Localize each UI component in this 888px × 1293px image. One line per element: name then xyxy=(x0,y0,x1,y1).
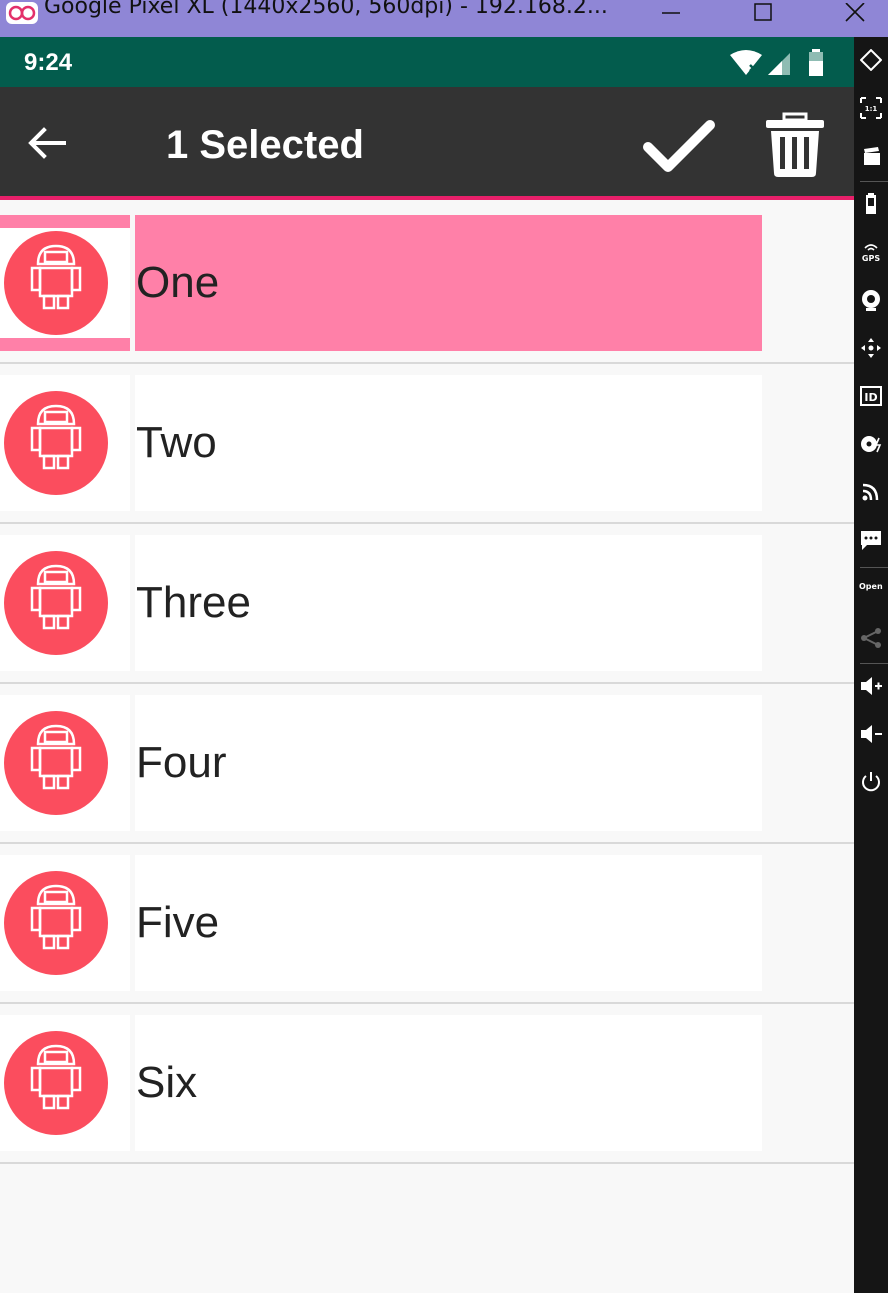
list-item-label-cell: Five xyxy=(135,855,762,991)
list-item-label: Six xyxy=(136,1058,198,1107)
volume-up-icon[interactable] xyxy=(854,669,888,703)
list-item-label-cell: One xyxy=(135,215,762,351)
volume-down-icon[interactable] xyxy=(854,717,888,751)
list-item-label-cell: Three xyxy=(135,535,762,671)
power-icon[interactable] xyxy=(854,765,888,799)
battery-icon[interactable] xyxy=(854,187,888,221)
list-item[interactable]: One xyxy=(0,204,854,364)
svg-text:ID: ID xyxy=(864,391,877,404)
item-list: One Two Three Four Five Six xyxy=(0,204,854,1293)
list-item-label: Three xyxy=(136,578,251,627)
status-time: 9:24 xyxy=(24,49,73,76)
toolbar-divider xyxy=(860,181,888,182)
svg-text:1:1: 1:1 xyxy=(865,105,878,113)
rotate-icon[interactable] xyxy=(854,43,888,77)
android-robot-icon xyxy=(4,871,108,975)
list-item-label: Four xyxy=(136,738,227,787)
svg-text:GPS: GPS xyxy=(862,254,880,263)
battery-icon xyxy=(809,49,823,76)
camera-icon[interactable] xyxy=(854,283,888,317)
dpad-icon[interactable] xyxy=(854,331,888,365)
signal-icon xyxy=(768,53,790,75)
list-item-label: One xyxy=(136,258,220,307)
android-robot-icon xyxy=(4,391,108,495)
window-title-bar: Google Pixel XL (1440x2560, 560dpi) - 19… xyxy=(0,0,888,37)
check-icon[interactable] xyxy=(642,117,716,175)
minimize-icon[interactable] xyxy=(648,0,694,30)
trash-icon[interactable] xyxy=(762,111,828,181)
window-title: Google Pixel XL (1440x2560, 560dpi) - 19… xyxy=(44,0,608,19)
list-item-icon-cell xyxy=(0,1015,130,1151)
list-item-icon-cell xyxy=(0,855,130,991)
android-robot-icon xyxy=(4,1031,108,1135)
rss-icon[interactable] xyxy=(854,475,888,509)
list-item-icon-cell xyxy=(0,535,130,671)
gps-icon[interactable]: GPS xyxy=(854,235,888,269)
list-item-label-cell: Two xyxy=(135,375,762,511)
toolbar-divider xyxy=(860,567,888,568)
open-gapps-icon[interactable]: Open GAPPS xyxy=(854,573,888,607)
disk-io-icon[interactable] xyxy=(854,427,888,461)
list-item[interactable]: Six xyxy=(0,1004,854,1164)
svg-text:Open GAPPS: Open GAPPS xyxy=(859,582,885,591)
toolbar-divider xyxy=(860,663,888,664)
genymotion-logo-icon xyxy=(6,2,38,24)
status-bar: 9:24 xyxy=(0,37,854,87)
list-item-icon-cell xyxy=(0,215,130,351)
status-icons xyxy=(728,49,828,77)
list-item[interactable]: Two xyxy=(0,364,854,524)
device-id-icon[interactable]: ID xyxy=(854,379,888,413)
action-bar-title: 1 Selected xyxy=(166,123,364,167)
android-robot-icon xyxy=(4,711,108,815)
list-item[interactable]: Four xyxy=(0,684,854,844)
android-robot-icon xyxy=(4,551,108,655)
arrow-back-icon[interactable] xyxy=(26,125,70,161)
close-icon[interactable] xyxy=(832,0,878,30)
emulator-toolbar: 1:1 GPS ID Open GAPPS xyxy=(854,37,888,1293)
maximize-icon[interactable] xyxy=(740,0,786,30)
share-icon[interactable] xyxy=(854,621,888,655)
pixel-perfect-icon[interactable]: 1:1 xyxy=(854,91,888,125)
list-item-icon-cell xyxy=(0,695,130,831)
action-bar: 1 Selected xyxy=(0,87,854,200)
screen-record-icon[interactable] xyxy=(854,139,888,173)
wifi-icon xyxy=(730,50,762,75)
list-item-label: Five xyxy=(136,898,220,947)
list-item[interactable]: Five xyxy=(0,844,854,1004)
list-item[interactable]: Three xyxy=(0,524,854,684)
list-item-label: Two xyxy=(136,418,217,467)
list-item-label-cell: Six xyxy=(135,1015,762,1151)
android-robot-icon xyxy=(4,231,108,335)
list-item-icon-cell xyxy=(0,375,130,511)
sms-icon[interactable] xyxy=(854,523,888,557)
list-item-label-cell: Four xyxy=(135,695,762,831)
